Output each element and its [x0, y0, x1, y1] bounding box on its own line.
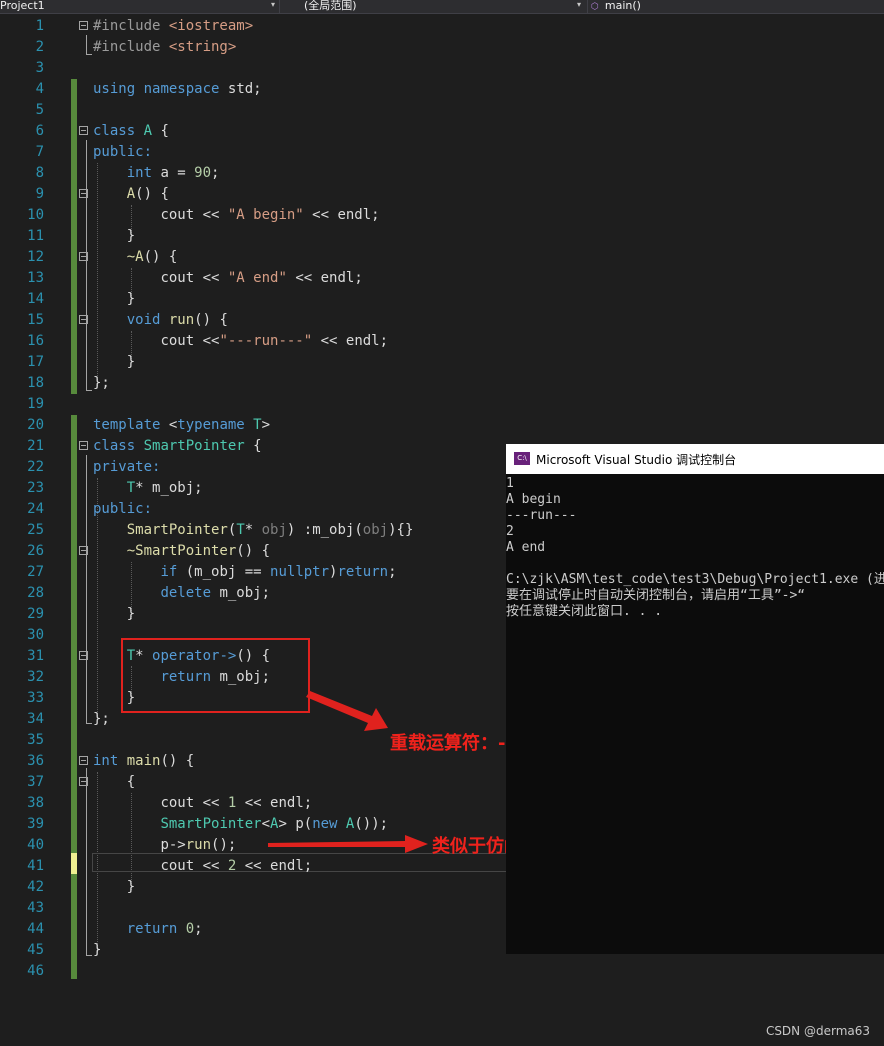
console-line: ---run--- — [506, 508, 577, 523]
console-titlebar[interactable]: C:\ Microsoft Visual Studio 调试控制台 — [506, 444, 884, 474]
console-line: 按任意键关闭此窗口. . . — [506, 604, 663, 619]
console-title: Microsoft Visual Studio 调试控制台 — [536, 453, 737, 467]
arrow-functor — [268, 835, 428, 853]
console-output[interactable]: 1 A begin ---run--- 2 A end C:\zjk\ASM\t… — [506, 476, 884, 620]
debug-console-window[interactable]: C:\ Microsoft Visual Studio 调试控制台 1 A be… — [506, 444, 884, 954]
console-line: A begin — [506, 492, 561, 507]
console-line: 要在调试停止时自动关闭控制台，请启用“工具”->“ — [506, 588, 806, 603]
arrow-overload — [306, 691, 388, 731]
console-line: 1 — [506, 476, 514, 491]
watermark: CSDN @derma63 — [765, 1024, 870, 1038]
console-line: A end — [506, 540, 546, 555]
console-line: 2 — [506, 524, 514, 539]
overload-annotation: 重载运算符：-> — [390, 733, 521, 754]
console-app-icon: C:\ — [514, 452, 530, 465]
console-line: C:\zjk\ASM\test_code\test3\Debug\Project… — [506, 572, 884, 587]
